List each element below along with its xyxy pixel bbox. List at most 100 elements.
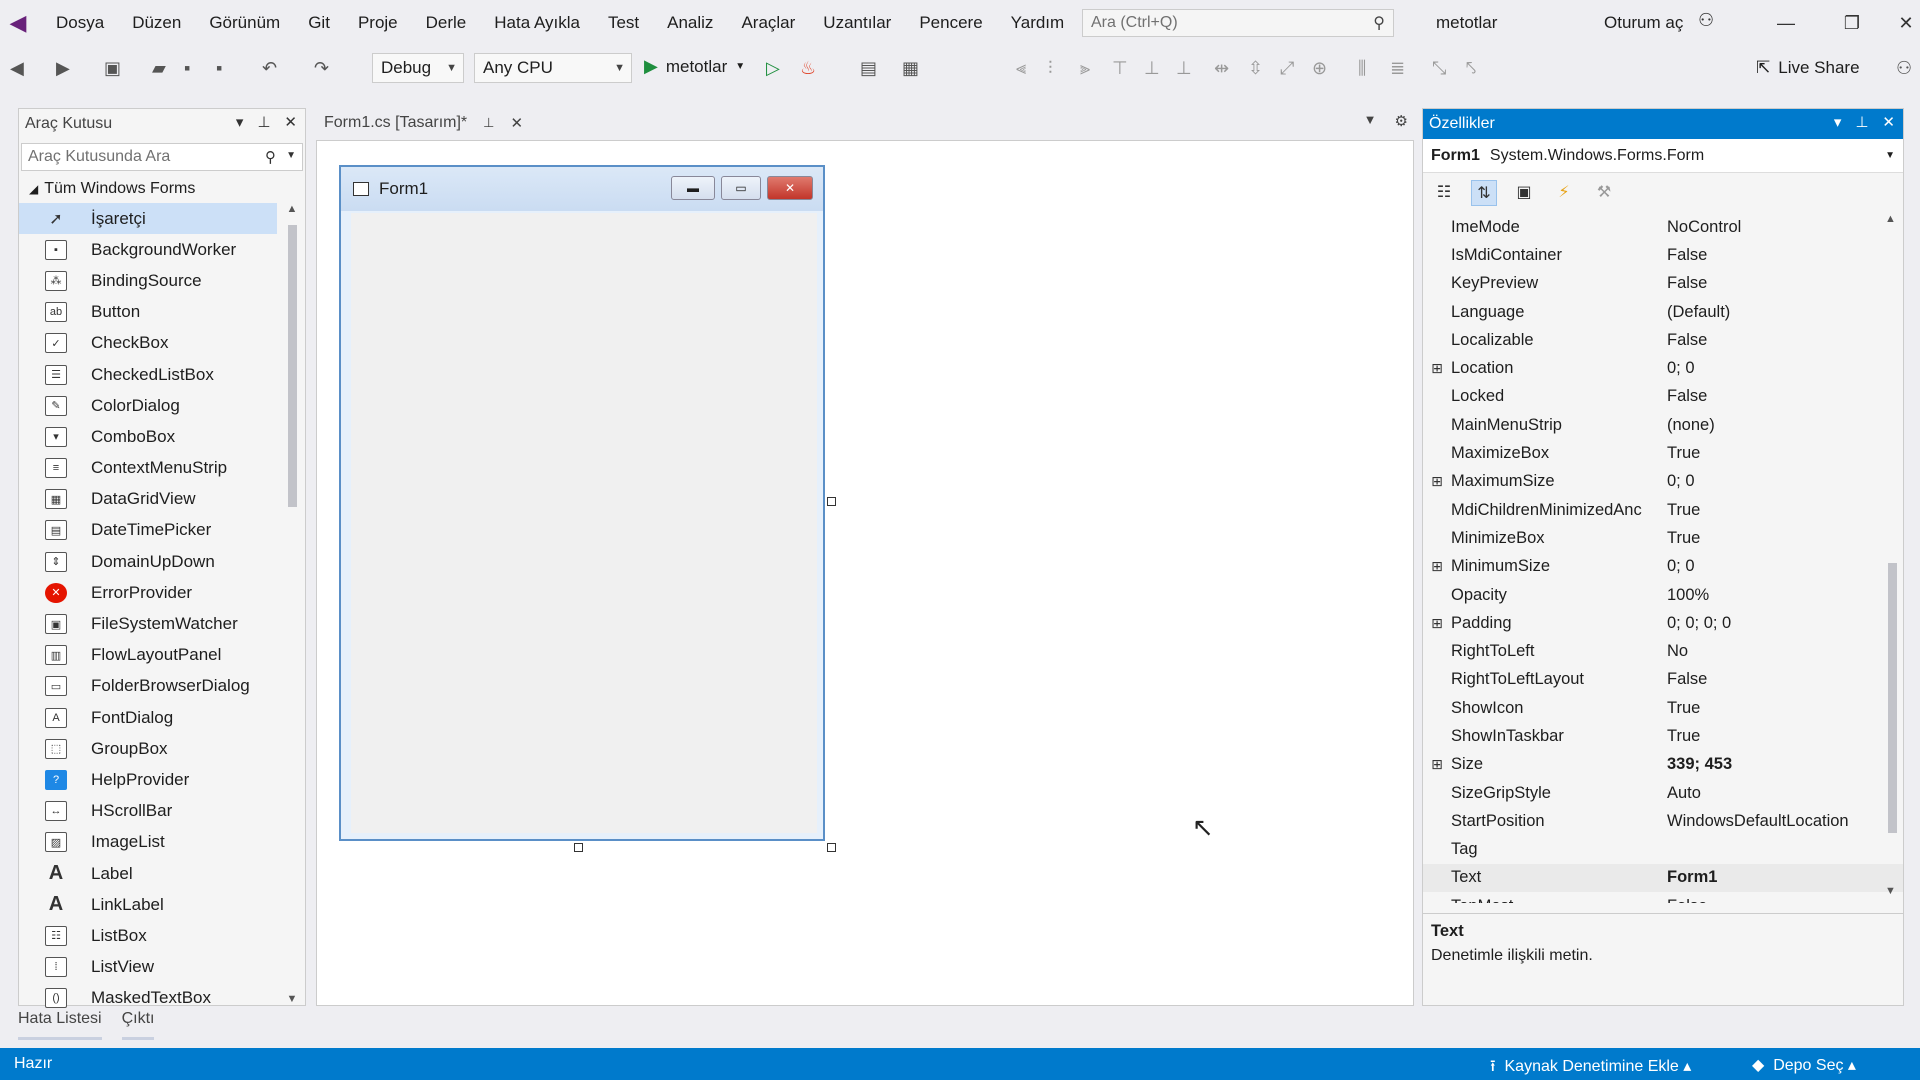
property-row[interactable]: MinimizeBox True xyxy=(1423,524,1903,552)
resize-handle-right[interactable] xyxy=(827,497,836,506)
toolbox-item[interactable]: ≡ ContextMenuStrip xyxy=(19,453,277,484)
property-row[interactable]: ⊞ MaximumSize 0; 0 xyxy=(1423,468,1903,496)
undo-icon[interactable]: ↶ xyxy=(262,56,277,80)
property-row[interactable]: ShowIcon True xyxy=(1423,694,1903,722)
menu-item[interactable]: Araçlar xyxy=(727,0,809,46)
form-designer-surface[interactable]: Form1 ▬ ▭ ✕ xyxy=(316,140,1414,1006)
events-icon[interactable]: ⚡ xyxy=(1551,180,1577,206)
property-row[interactable]: Tag xyxy=(1423,836,1903,864)
close-icon[interactable]: ✕ xyxy=(1882,113,1895,131)
property-value[interactable]: NoControl xyxy=(1663,218,1741,237)
make-same-width-icon[interactable]: ⇹ xyxy=(1214,56,1229,80)
pin-icon[interactable]: ⊥ xyxy=(1855,113,1868,131)
property-row[interactable]: SizeGripStyle Auto xyxy=(1423,779,1903,807)
toolbox-item[interactable]: ➚ İşaretçi xyxy=(19,203,277,235)
menu-item[interactable]: Hata Ayıkla xyxy=(480,0,594,46)
toolbox-item[interactable]: ? HelpProvider xyxy=(19,764,277,795)
property-value[interactable]: True xyxy=(1663,501,1700,520)
menu-item[interactable]: Uzantılar xyxy=(809,0,905,46)
tab-error-list[interactable]: Hata Listesi xyxy=(18,1010,102,1040)
property-row[interactable]: IsMdiContainer False xyxy=(1423,241,1903,269)
expand-icon[interactable]: ⊞ xyxy=(1423,558,1451,575)
property-row[interactable]: MainMenuStrip (none) xyxy=(1423,411,1903,439)
size-to-grid-icon[interactable]: ⤢ xyxy=(1280,56,1294,80)
property-row[interactable]: ShowInTaskbar True xyxy=(1423,722,1903,750)
property-value[interactable]: Form1 xyxy=(1663,868,1717,887)
back-icon[interactable]: ◀ xyxy=(10,56,24,80)
property-row[interactable]: MdiChildrenMinimizedAnc True xyxy=(1423,496,1903,524)
property-pages-icon[interactable]: ⚒ xyxy=(1591,180,1617,206)
form1-client-area[interactable] xyxy=(351,213,817,833)
align-middles-icon[interactable]: ⊥ xyxy=(1144,56,1160,80)
property-row[interactable]: Locked False xyxy=(1423,383,1903,411)
align-centers-icon[interactable]: ⫶ xyxy=(1048,56,1053,80)
select-repository-button[interactable]: ◆ Depo Seç ▴ xyxy=(1752,1055,1856,1075)
property-value[interactable]: 100% xyxy=(1663,586,1709,605)
align-rights-icon[interactable]: ⫸ xyxy=(1080,56,1090,80)
toolbox-item[interactable]: () MaskedTextBox xyxy=(19,983,277,1013)
gear-icon[interactable]: ⚙ xyxy=(1395,112,1408,130)
toolbox-item[interactable]: ▨ ImageList xyxy=(19,827,277,858)
minimize-window-icon[interactable]: — xyxy=(1766,8,1806,38)
property-value[interactable]: True xyxy=(1663,727,1700,746)
pin-icon[interactable]: ⊥ xyxy=(257,113,270,131)
new-project-icon[interactable]: ▣ xyxy=(104,56,121,80)
property-row[interactable]: ⊞ MinimumSize 0; 0 xyxy=(1423,553,1903,581)
save-icon[interactable]: ▪ xyxy=(184,56,190,80)
toolbox-item[interactable]: ▤ DateTimePicker xyxy=(19,515,277,546)
tab-output[interactable]: Çıktı xyxy=(121,1010,155,1040)
property-value[interactable]: False xyxy=(1663,387,1707,406)
property-value[interactable]: True xyxy=(1663,444,1700,463)
close-window-icon[interactable]: ✕ xyxy=(1886,8,1920,38)
toolbox-item[interactable]: ✕ ErrorProvider xyxy=(19,577,277,608)
expand-icon[interactable]: ⊞ xyxy=(1423,756,1451,773)
pin-icon[interactable]: ⊥ xyxy=(483,115,494,131)
toolbox-item[interactable]: ⁂ BindingSource xyxy=(19,265,277,296)
toolbox-item[interactable]: ▣ FileSystemWatcher xyxy=(19,608,277,639)
bring-to-front-icon[interactable]: ⤡ xyxy=(1432,56,1446,80)
sign-in-link[interactable]: Oturum aç xyxy=(1604,13,1683,33)
property-row[interactable]: KeyPreview False xyxy=(1423,270,1903,298)
form1-window[interactable]: Form1 ▬ ▭ ✕ xyxy=(339,165,825,841)
toolbox-item[interactable]: ▭ FolderBrowserDialog xyxy=(19,671,277,702)
expand-icon[interactable]: ⊞ xyxy=(1423,473,1451,490)
menu-item[interactable]: Derle xyxy=(412,0,481,46)
property-row[interactable]: ImeMode NoControl xyxy=(1423,213,1903,241)
property-row[interactable]: Text Form1 xyxy=(1423,863,1903,893)
property-row[interactable]: Opacity 100% xyxy=(1423,581,1903,609)
align-lefts-icon[interactable]: ⫷ xyxy=(1016,56,1026,80)
search-input[interactable]: Ara (Ctrl+Q) ⚲ xyxy=(1082,9,1394,37)
start-debugging-button[interactable]: ▶ metotlar ▼ xyxy=(644,56,745,77)
window-position-icon[interactable]: ▾ xyxy=(236,113,244,131)
property-value[interactable]: 0; 0 xyxy=(1663,472,1695,491)
property-value[interactable]: (Default) xyxy=(1663,303,1730,322)
toolbox-item[interactable]: ab Button xyxy=(19,297,277,328)
toolbox-item[interactable]: A LinkLabel xyxy=(19,889,277,920)
toolbox-item[interactable]: ☷ ListBox xyxy=(19,920,277,951)
redo-icon[interactable]: ↷ xyxy=(314,56,329,80)
toolbox-item[interactable]: ⁞ ListView xyxy=(19,952,277,983)
property-grid-scrollbar[interactable]: ▲ ▼ xyxy=(1885,213,1899,903)
property-row[interactable]: TopMostFalse xyxy=(1423,892,1903,903)
close-icon[interactable]: ✕ xyxy=(510,114,523,132)
expand-icon[interactable]: ⊞ xyxy=(1423,615,1451,632)
add-to-source-control-button[interactable]: ⭱ Kaynak Denetimine Ekle ▴ xyxy=(1490,1055,1691,1080)
categorized-icon[interactable]: ☷ xyxy=(1431,180,1457,206)
alphabetical-icon[interactable]: ⇅ xyxy=(1471,180,1497,206)
toolbox-search-input[interactable]: Araç Kutusunda Ara ⚲ ▼ xyxy=(21,143,303,171)
visual-studio-logo-icon[interactable]: ◀ xyxy=(4,8,32,38)
live-share-button[interactable]: ⇱ Live Share xyxy=(1756,58,1860,78)
solution-explorer-icon[interactable]: ▤ xyxy=(860,56,877,80)
property-row[interactable]: ⊞ Size 339; 453 xyxy=(1423,751,1903,779)
toolbox-item[interactable]: ▦ DataGridView xyxy=(19,484,277,515)
property-value[interactable]: WindowsDefaultLocation xyxy=(1663,812,1849,831)
toolbox-item[interactable]: ⬚ GroupBox xyxy=(19,733,277,764)
scroll-up-icon[interactable]: ▲ xyxy=(1885,213,1896,225)
tab-list-dropdown-icon[interactable]: ▼ xyxy=(1364,112,1377,130)
tab-form1-designer[interactable]: Form1.cs [Tasarım]* ⊥ ✕ xyxy=(316,108,531,138)
make-same-height-icon[interactable]: ⇳ xyxy=(1248,56,1263,80)
expand-icon[interactable]: ⊞ xyxy=(1423,360,1451,377)
property-row[interactable]: ⊞ Padding 0; 0; 0; 0 xyxy=(1423,609,1903,637)
property-value[interactable]: Auto xyxy=(1663,784,1701,803)
menu-item[interactable]: Analiz xyxy=(653,0,727,46)
